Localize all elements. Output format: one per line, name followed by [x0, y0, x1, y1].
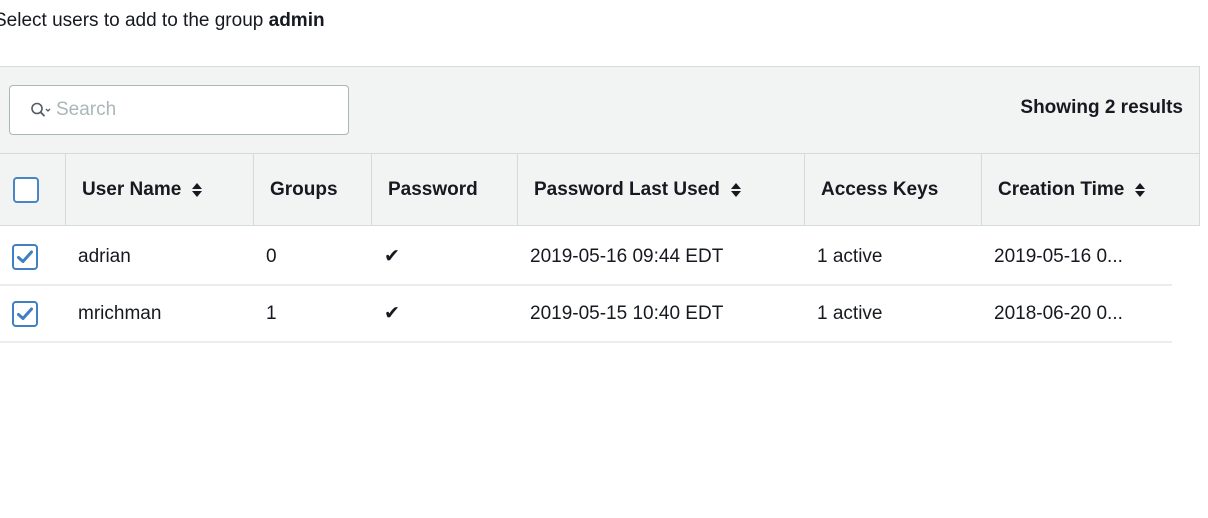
column-header-groups: Groups [253, 154, 371, 226]
search-box[interactable] [9, 85, 349, 135]
checkmark-icon [17, 307, 33, 320]
creation-time-cell: 2019-05-16 0... [994, 245, 1123, 267]
results-count: Showing 2 results [1020, 97, 1183, 118]
users-table-panel: Showing 2 results User Name Groups Passw… [0, 66, 1200, 226]
groups-cell: 1 [266, 302, 277, 324]
column-header-creation-time[interactable]: Creation Time [981, 154, 1199, 226]
row-checkbox[interactable] [12, 300, 38, 327]
table-body: adrian 0 ✔ 2019-05-16 09:44 EDT 1 active… [0, 229, 1172, 343]
access-keys-cell: 1 active [817, 245, 883, 267]
row-checkbox[interactable] [12, 243, 38, 270]
password-last-used-cell: 2019-05-15 10:40 EDT [530, 302, 724, 324]
checkmark-icon [17, 250, 33, 263]
column-label: Password [388, 179, 478, 200]
column-label: User Name [82, 179, 182, 200]
search-icon[interactable] [30, 100, 56, 120]
user-name-cell[interactable]: mrichman [78, 286, 161, 341]
header-select-cell [0, 154, 65, 226]
column-header-password-last-used[interactable]: Password Last Used [517, 154, 804, 226]
column-label: Creation Time [998, 179, 1125, 200]
table-row[interactable]: mrichman 1 ✔ 2019-05-15 10:40 EDT 1 acti… [0, 286, 1172, 343]
password-check-icon: ✔ [384, 303, 400, 324]
groups-cell: 0 [266, 245, 277, 267]
access-keys-cell: 1 active [817, 302, 883, 324]
column-header-user-name[interactable]: User Name [65, 154, 253, 226]
sort-icon[interactable] [1134, 182, 1146, 198]
add-users-to-group-page: Select users to add to the group admin S… [0, 0, 1208, 518]
instruction-text: Select users to add to the group admin [0, 10, 325, 32]
creation-time-cell: 2018-06-20 0... [994, 302, 1123, 324]
table-header-row: User Name Groups Password Password Last … [0, 153, 1199, 226]
column-header-access-keys: Access Keys [804, 154, 981, 226]
column-label: Password Last Used [534, 179, 720, 200]
group-name: admin [268, 10, 325, 31]
password-check-icon: ✔ [384, 246, 400, 267]
sort-icon[interactable] [730, 182, 742, 198]
user-name-cell[interactable]: adrian [78, 229, 131, 284]
column-label: Groups [270, 179, 338, 200]
search-input[interactable] [56, 99, 336, 121]
column-header-password: Password [371, 154, 517, 226]
table-toolbar: Showing 2 results [0, 67, 1199, 153]
row-select-cell [12, 286, 38, 341]
password-last-used-cell: 2019-05-16 09:44 EDT [530, 245, 724, 267]
column-label: Access Keys [821, 179, 939, 200]
select-all-checkbox[interactable] [13, 177, 39, 203]
table-row[interactable]: adrian 0 ✔ 2019-05-16 09:44 EDT 1 active… [0, 229, 1172, 286]
row-select-cell [12, 229, 38, 284]
instruction-prefix: Select users to add to the group [0, 10, 269, 31]
sort-icon[interactable] [191, 182, 203, 198]
